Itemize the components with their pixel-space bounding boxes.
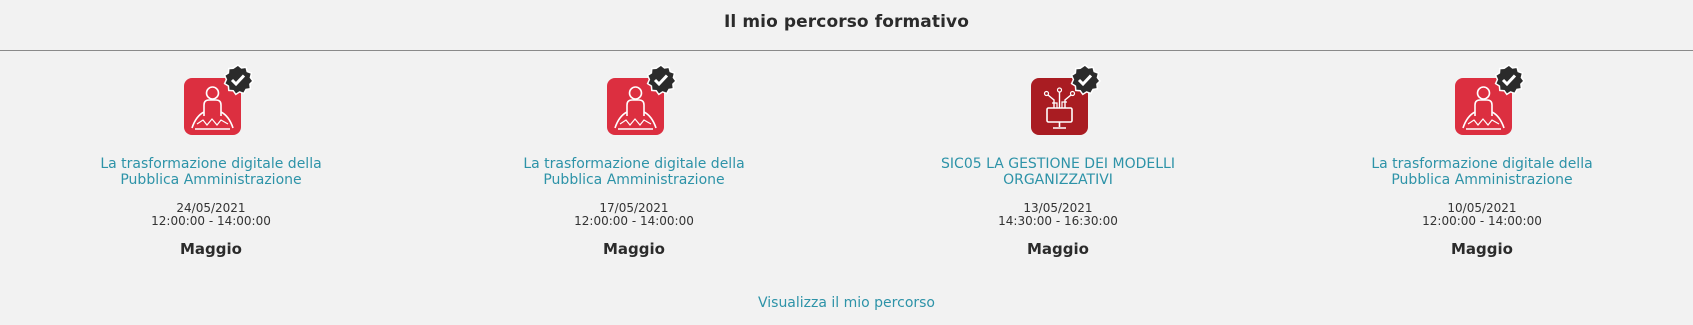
course-month: Maggio xyxy=(1027,240,1089,258)
course-title-link[interactable]: La trasformazione digitale della Pubblic… xyxy=(1332,156,1632,188)
course-icon-group[interactable] xyxy=(597,52,677,142)
course-card: La trasformazione digitale della Pubblic… xyxy=(61,52,361,258)
course-icon-group[interactable] xyxy=(174,52,254,142)
course-card: SIC05 LA GESTIONE DEI MODELLI ORGANIZZAT… xyxy=(908,52,1208,258)
course-month: Maggio xyxy=(603,240,665,258)
course-time: 14:30:00 - 16:30:00 xyxy=(998,214,1118,228)
course-title-link[interactable]: La trasformazione digitale della Pubblic… xyxy=(484,156,784,188)
course-time: 12:00:00 - 14:00:00 xyxy=(1422,214,1542,228)
course-title-link[interactable]: SIC05 LA GESTIONE DEI MODELLI ORGANIZZAT… xyxy=(908,156,1208,188)
section-header: Il mio percorso formativo xyxy=(0,0,1693,51)
check-badge-icon xyxy=(644,63,678,97)
course-title-link[interactable]: La trasformazione digitale della Pubblic… xyxy=(61,156,361,188)
check-badge-icon xyxy=(1068,63,1102,97)
page-title: Il mio percorso formativo xyxy=(723,12,969,32)
course-icon-group[interactable] xyxy=(1445,52,1525,142)
course-time: 12:00:00 - 14:00:00 xyxy=(574,214,694,228)
course-time: 12:00:00 - 14:00:00 xyxy=(151,214,271,228)
course-month: Maggio xyxy=(1451,240,1513,258)
course-card: La trasformazione digitale della Pubblic… xyxy=(484,52,784,258)
course-month: Maggio xyxy=(180,240,242,258)
view-my-path-link[interactable]: Visualizza il mio percorso xyxy=(0,295,1693,311)
check-badge-icon xyxy=(1492,63,1526,97)
course-icon-group[interactable] xyxy=(1021,52,1101,142)
course-list: La trasformazione digitale della Pubblic… xyxy=(0,52,1693,267)
check-badge-icon xyxy=(221,63,255,97)
course-card: La trasformazione digitale della Pubblic… xyxy=(1332,52,1632,258)
